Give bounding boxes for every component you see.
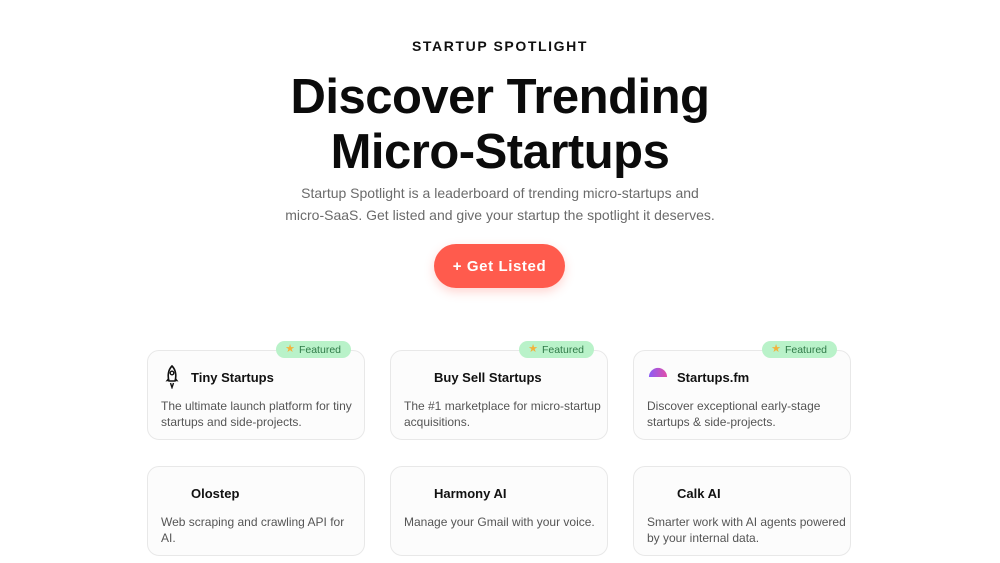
startup-card-olostep[interactable]: Olostep Web scraping and crawling API fo…	[147, 466, 365, 556]
card-title: Olostep	[191, 486, 240, 501]
get-listed-button[interactable]: + Get Listed	[434, 244, 565, 288]
rocket-icon	[162, 365, 182, 389]
startupsfm-logo-icon	[648, 365, 668, 389]
card-title: Buy Sell Startups	[434, 370, 542, 385]
featured-badge-label: Featured	[541, 343, 584, 356]
hero-subtitle: Startup Spotlight is a leaderboard of tr…	[285, 185, 715, 223]
star-icon: ★	[285, 343, 295, 355]
page-title-line-1: Discover Trending	[290, 70, 710, 124]
featured-badge-label: Featured	[298, 343, 341, 356]
page-title-line-2: Micro-Startups	[330, 125, 670, 179]
startup-card-buy-sell-startups[interactable]: ★ Featured Buy Sell Startups The #1 mark…	[390, 341, 608, 440]
card-title: Tiny Startups	[191, 370, 274, 385]
featured-badge: ★ Featured	[762, 341, 837, 358]
card-description: The #1 marketplace for micro-startup acq…	[404, 399, 601, 429]
startup-card-harmony-ai[interactable]: Harmony AI Manage your Gmail with your v…	[390, 466, 608, 556]
card-description: Manage your Gmail with your voice.	[404, 515, 595, 529]
page-title: Discover Trending Micro-Startups	[0, 70, 1000, 180]
card-description: Smarter work with AI agents powered by y…	[647, 515, 846, 545]
featured-badge-label: Featured	[784, 343, 827, 356]
card-title: Harmony AI	[434, 486, 507, 501]
startup-card-tiny-startups[interactable]: ★ Featured Tiny Startups The ultimate la…	[147, 341, 365, 440]
eyebrow-label: STARTUP SPOTLIGHT	[411, 38, 589, 54]
featured-badge: ★ Featured	[519, 341, 594, 358]
star-icon: ★	[528, 343, 538, 355]
card-description: The ultimate launch platform for tiny st…	[161, 399, 352, 429]
card-description: Discover exceptional early-stage startup…	[647, 399, 821, 429]
featured-badge: ★ Featured	[276, 341, 351, 358]
card-description: Web scraping and crawling API for AI.	[161, 515, 345, 545]
star-icon: ★	[771, 343, 781, 355]
startup-card-calk-ai[interactable]: Calk AI Smarter work with AI agents powe…	[633, 466, 851, 556]
startup-card-startups-fm[interactable]: ★ Featured Startups.fm Discover exceptio…	[633, 341, 851, 440]
card-title: Calk AI	[677, 486, 721, 501]
card-title: Startups.fm	[677, 370, 750, 385]
